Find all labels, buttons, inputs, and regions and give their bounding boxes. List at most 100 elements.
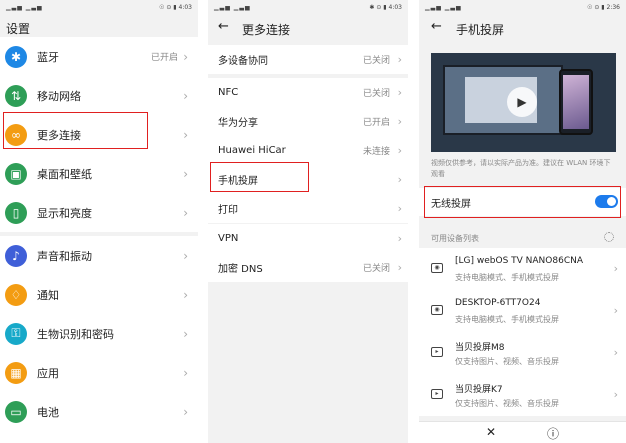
- play-icon[interactable]: ▶: [507, 87, 537, 117]
- device-desc: 仅支持图片、视频、音乐投屏: [455, 399, 559, 408]
- status-bar: ▁▃▅ ▁▃▅ ✱ ⊙ ▮ 4:03: [208, 0, 408, 14]
- wallpaper-icon: ▣: [5, 162, 27, 185]
- list-item-value: 未连接: [362, 147, 390, 157]
- screen-projection-panel: ▁▃▅ ▁▃▅ ☉ ⊙ ▮ 2:36 ← 手机投屏 ▶ 视频仅供参考，请以实际产…: [419, 0, 626, 443]
- sound-icon: ♪: [5, 244, 27, 267]
- display-icon: ▯: [5, 201, 27, 224]
- chevron-right-icon: ›: [397, 173, 402, 186]
- settings-item-label: 更多连接: [37, 128, 81, 142]
- chevron-right-icon: ›: [397, 144, 402, 157]
- list-item-label: 华为分享: [218, 118, 258, 129]
- status-icons: ☉ ⊙ ▮: [159, 3, 177, 11]
- chevron-right-icon: ›: [397, 53, 402, 66]
- device-list: ◉ [LG] webOS TV NANO86CNA 支持电脑模式、手机模式投屏 …: [419, 248, 626, 416]
- available-devices-header: 可用设备列表: [431, 234, 479, 243]
- settings-group-sound: ♪ 声音和振动 › ♢ 通知 ›: [0, 236, 198, 314]
- chevron-right-icon: ›: [613, 304, 618, 317]
- settings-item-label: 通知: [37, 288, 59, 302]
- settings-item-bluetooth[interactable]: ✱ 蓝牙 已开启 ›: [0, 37, 198, 76]
- settings-item-value: 已开启: [150, 53, 178, 63]
- status-bar: ▁▃▅ ▁▃▅ ☉ ⊙ ▮ 2:36: [419, 0, 626, 14]
- device-desc: 支持电脑模式、手机模式投屏: [455, 273, 559, 282]
- device-item[interactable]: ▸ 当贝投屏K7 仅支持图片、视频、音乐投屏 ›: [419, 374, 626, 416]
- list-item-hicar[interactable]: Huawei HiCar 未连接 ›: [208, 136, 408, 165]
- settings-item-battery[interactable]: ▭ 电池 ›: [0, 392, 198, 431]
- device-item[interactable]: ▸ 当贝投屏M8 仅支持图片、视频、音乐投屏 ›: [419, 332, 626, 374]
- list-item-label: VPN: [218, 233, 239, 244]
- status-icons: ☉ ⊙ ▮: [587, 3, 605, 11]
- page-title: 更多连接: [242, 23, 291, 37]
- more-connections-panel: ▁▃▅ ▁▃▅ ✱ ⊙ ▮ 4:03 ← 更多连接 多设备协同 已关闭 › NF…: [208, 0, 408, 443]
- info-icon[interactable]: ⓘ: [547, 425, 559, 442]
- list-item-vpn[interactable]: VPN ›: [208, 224, 408, 253]
- media-screen-icon: ▸: [431, 389, 443, 399]
- demo-video[interactable]: ▶: [431, 53, 616, 152]
- device-name: DESKTOP-6TT7O24: [455, 298, 541, 308]
- chevron-right-icon: ›: [183, 404, 188, 419]
- chevron-right-icon: ›: [183, 365, 188, 380]
- status-bar: ▁▃▅ ▁▃▅ ☉ ⊙ ▮ 4:03: [0, 0, 198, 14]
- settings-item-label: 应用: [37, 366, 59, 380]
- chevron-right-icon: ›: [613, 346, 618, 359]
- list-item-value: 已开启: [362, 118, 390, 128]
- list-item-huawei-share[interactable]: 华为分享 已开启 ›: [208, 107, 408, 136]
- list-item-print[interactable]: 打印 ›: [208, 194, 408, 223]
- bell-icon: ♢: [5, 283, 27, 306]
- bottom-bar: ✕ ⓘ: [419, 421, 626, 443]
- device-item[interactable]: ◉ [LG] webOS TV NANO86CNA 支持电脑模式、手机模式投屏 …: [419, 248, 626, 290]
- settings-item-biometrics[interactable]: ⚿ 生物识别和密码 ›: [0, 314, 198, 353]
- chevron-right-icon: ›: [183, 88, 188, 103]
- list-item-label: 加密 DNS: [218, 264, 263, 275]
- loading-spinner-icon: [604, 232, 614, 242]
- close-icon[interactable]: ✕: [486, 425, 496, 439]
- device-item[interactable]: ◉ DESKTOP-6TT7O24 支持电脑模式、手机模式投屏 ›: [419, 290, 626, 332]
- list-item-encrypted-dns[interactable]: 加密 DNS 已关闭 ›: [208, 253, 408, 282]
- settings-item-mobile-network[interactable]: ⇅ 移动网络 ›: [0, 76, 198, 115]
- connection-group-1: 多设备协同 已关闭 ›: [208, 45, 408, 74]
- settings-item-more-connections[interactable]: ∞ 更多连接 ›: [0, 115, 198, 154]
- chevron-right-icon: ›: [183, 166, 188, 181]
- settings-item-wallpaper[interactable]: ▣ 桌面和壁纸 ›: [0, 154, 198, 193]
- signal-icon: ▁▃▅ ▁▃▅: [425, 3, 462, 11]
- settings-item-display[interactable]: ▯ 显示和亮度 ›: [0, 193, 198, 232]
- list-item-multi-device[interactable]: 多设备协同 已关闭 ›: [208, 45, 408, 74]
- apps-icon: ▦: [5, 361, 27, 384]
- list-item-label: NFC: [218, 87, 239, 98]
- chevron-right-icon: ›: [183, 127, 188, 142]
- back-arrow-icon[interactable]: ←: [431, 19, 442, 34]
- list-item-screen-projection[interactable]: 手机投屏 ›: [208, 165, 408, 194]
- chevron-right-icon: ›: [397, 86, 402, 99]
- device-name: 当贝投屏M8: [455, 343, 505, 353]
- device-name: 当贝投屏K7: [455, 385, 503, 395]
- settings-panel: ▁▃▅ ▁▃▅ ☉ ⊙ ▮ 4:03 设置 ✱ 蓝牙 已开启 › ⇅ 移动网络 …: [0, 0, 198, 443]
- list-item-label: 打印: [218, 205, 238, 216]
- wireless-projection-toggle[interactable]: [595, 195, 618, 208]
- list-item-label: Huawei HiCar: [218, 145, 286, 156]
- settings-item-label: 声音和振动: [37, 249, 92, 263]
- link-icon: ∞: [5, 123, 27, 146]
- cast-screen-icon: ◉: [431, 263, 443, 273]
- settings-item-sound[interactable]: ♪ 声音和振动 ›: [0, 236, 198, 275]
- settings-group-connectivity: ✱ 蓝牙 已开启 › ⇅ 移动网络 › ∞ 更多连接 ›: [0, 37, 198, 154]
- tv-illustration: [443, 65, 563, 135]
- list-item-label: 手机投屏: [218, 176, 258, 187]
- list-item-value: 已关闭: [362, 264, 390, 274]
- mobile-network-icon: ⇅: [5, 84, 27, 107]
- bluetooth-icon: ✱: [5, 45, 27, 68]
- signal-icon: ▁▃▅ ▁▃▅: [6, 3, 43, 11]
- settings-item-apps[interactable]: ▦ 应用 ›: [0, 353, 198, 392]
- device-desc: 支持电脑模式、手机模式投屏: [455, 315, 559, 324]
- page-title: 手机投屏: [456, 23, 505, 37]
- clock: 4:03: [388, 3, 402, 11]
- chevron-right-icon: ›: [613, 262, 618, 275]
- settings-item-label: 显示和亮度: [37, 206, 92, 220]
- settings-item-notifications[interactable]: ♢ 通知 ›: [0, 275, 198, 314]
- list-item-nfc[interactable]: NFC 已关闭 ›: [208, 78, 408, 107]
- connection-group-3: VPN › 加密 DNS 已关闭 ›: [208, 224, 408, 282]
- chevron-right-icon: ›: [183, 326, 188, 341]
- back-arrow-icon[interactable]: ←: [218, 19, 229, 34]
- list-item-value: 已关闭: [362, 56, 390, 66]
- page-title: 设置: [6, 22, 31, 36]
- settings-group-display: ▣ 桌面和壁纸 › ▯ 显示和亮度 ›: [0, 154, 198, 232]
- chevron-right-icon: ›: [397, 202, 402, 215]
